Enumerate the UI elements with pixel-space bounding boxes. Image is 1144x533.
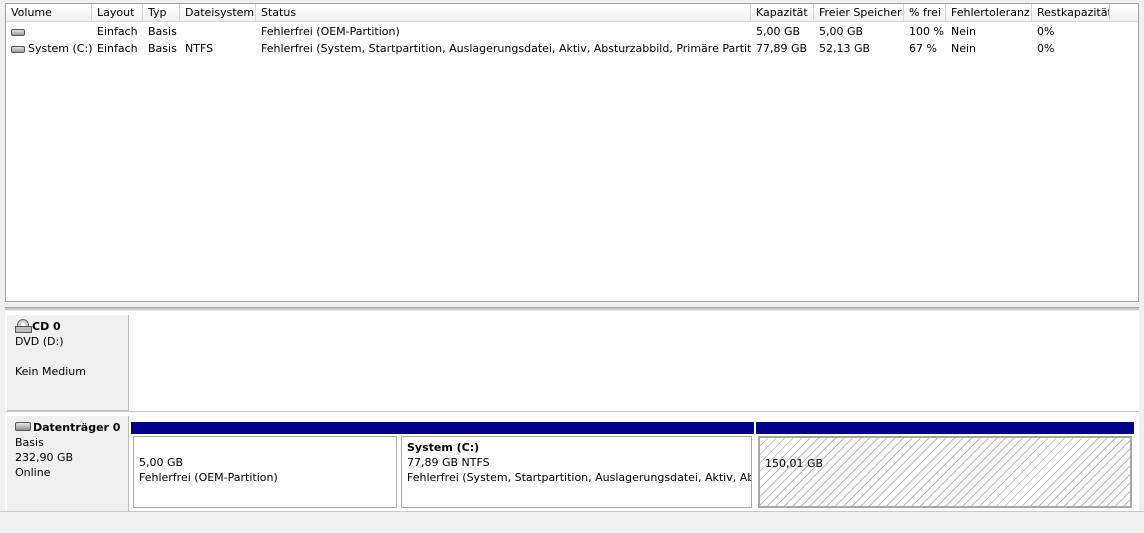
drive-icon — [11, 46, 25, 53]
disk-management-window: Volume Layout Typ Dateisystem Status Kap… — [0, 0, 1144, 533]
partition-size: 150,01 GB — [765, 457, 824, 470]
volume-name: System (C:) — [28, 42, 92, 55]
column-status[interactable]: Status — [256, 4, 751, 22]
partition-bar — [756, 422, 1134, 434]
cd-0-title: CD 0 — [32, 320, 61, 333]
volume-layout: Einfach — [97, 25, 138, 38]
volume-kapazitaet: 5,00 GB — [756, 25, 801, 38]
volume-typ: Basis — [148, 25, 177, 38]
column-volume[interactable]: Volume — [6, 4, 92, 22]
volume-status: Fehlerfrei (OEM-Partition) — [261, 25, 400, 38]
volume-fehlertoleranz: Nein — [951, 42, 977, 55]
volume-fehlertoleranz: Nein — [951, 25, 977, 38]
cd-0-drive: DVD (D:) — [15, 335, 64, 348]
cd-0-label[interactable]: CD 0 DVD (D:) Kein Medium — [7, 315, 129, 411]
disk-0-size: 232,90 GB — [15, 451, 74, 464]
column-freier-speicher[interactable]: Freier Speicher — [814, 4, 904, 22]
partition-size: 5,00 GB — [139, 456, 184, 469]
volume-layout: Einfach — [97, 42, 138, 55]
volume-row[interactable]: System (C:) Einfach Basis NTFS Fehlerfre… — [6, 40, 1138, 57]
partition-system-c[interactable]: System (C:) 77,89 GB NTFS Fehlerfrei (Sy… — [399, 422, 754, 508]
volume-freier-speicher: 5,00 GB — [819, 25, 864, 38]
volume-dateisystem: NTFS — [185, 42, 214, 55]
pane-splitter[interactable] — [5, 307, 1139, 310]
disk-0-row: Datenträger 0 Basis 232,90 GB Online 5,0… — [5, 411, 1139, 512]
volume-list: Volume Layout Typ Dateisystem Status Kap… — [5, 3, 1139, 302]
partition-status: Fehlerfrei (System, Startpartition, Ausl… — [407, 471, 751, 484]
partition-bar — [131, 422, 399, 434]
column-layout[interactable]: Layout — [92, 4, 143, 22]
column-typ[interactable]: Typ — [143, 4, 180, 22]
column-prozent-frei[interactable]: % frei — [904, 4, 946, 22]
volume-row[interactable]: Einfach Basis Fehlerfrei (OEM-Partition)… — [6, 23, 1138, 40]
column-dateisystem[interactable]: Dateisystem — [180, 4, 256, 22]
volume-prozent-frei: 100 % — [909, 25, 944, 38]
partition-oem[interactable]: 5,00 GB Fehlerfrei (OEM-Partition) — [131, 422, 399, 508]
volume-restkapazitaet: 0% — [1037, 25, 1055, 38]
cd-drive-icon — [15, 319, 32, 333]
volume-list-header: Volume Layout Typ Dateisystem Status Kap… — [6, 4, 1138, 22]
cd-0-row: CD 0 DVD (D:) Kein Medium — [5, 311, 1139, 411]
status-strip — [0, 511, 1144, 533]
volume-restkapazitaet: 0% — [1037, 42, 1055, 55]
disk-0-type: Basis — [15, 436, 44, 449]
column-kapazitaet[interactable]: Kapazität — [751, 4, 814, 22]
volume-typ: Basis — [148, 42, 177, 55]
partition-status: Fehlerfrei (OEM-Partition) — [139, 471, 278, 484]
column-restkapazitaet[interactable]: Restkapazität — [1032, 4, 1110, 22]
volume-status: Fehlerfrei (System, Startpartition, Ausl… — [261, 42, 751, 55]
hard-disk-icon — [15, 422, 31, 431]
disk-map: CD 0 DVD (D:) Kein Medium Datenträger 0 … — [5, 311, 1139, 533]
partition-name: System (C:) — [407, 441, 480, 454]
column-fehlertoleranz[interactable]: Fehlertoleranz — [946, 4, 1032, 22]
volume-dateisystem — [180, 23, 256, 40]
partition-bar — [399, 422, 754, 434]
drive-icon — [11, 29, 25, 36]
disk-0-state: Online — [15, 466, 51, 479]
partition-size: 77,89 GB NTFS — [407, 456, 490, 469]
partition-unallocated[interactable]: 150,01 GB — [756, 422, 1134, 508]
volume-kapazitaet: 77,89 GB — [756, 42, 808, 55]
disk-0-title: Datenträger 0 — [33, 421, 121, 434]
volume-prozent-frei: 67 % — [909, 42, 937, 55]
cd-0-media-status: Kein Medium — [15, 365, 86, 378]
disk-0-label[interactable]: Datenträger 0 Basis 232,90 GB Online — [7, 416, 129, 512]
volume-freier-speicher: 52,13 GB — [819, 42, 871, 55]
